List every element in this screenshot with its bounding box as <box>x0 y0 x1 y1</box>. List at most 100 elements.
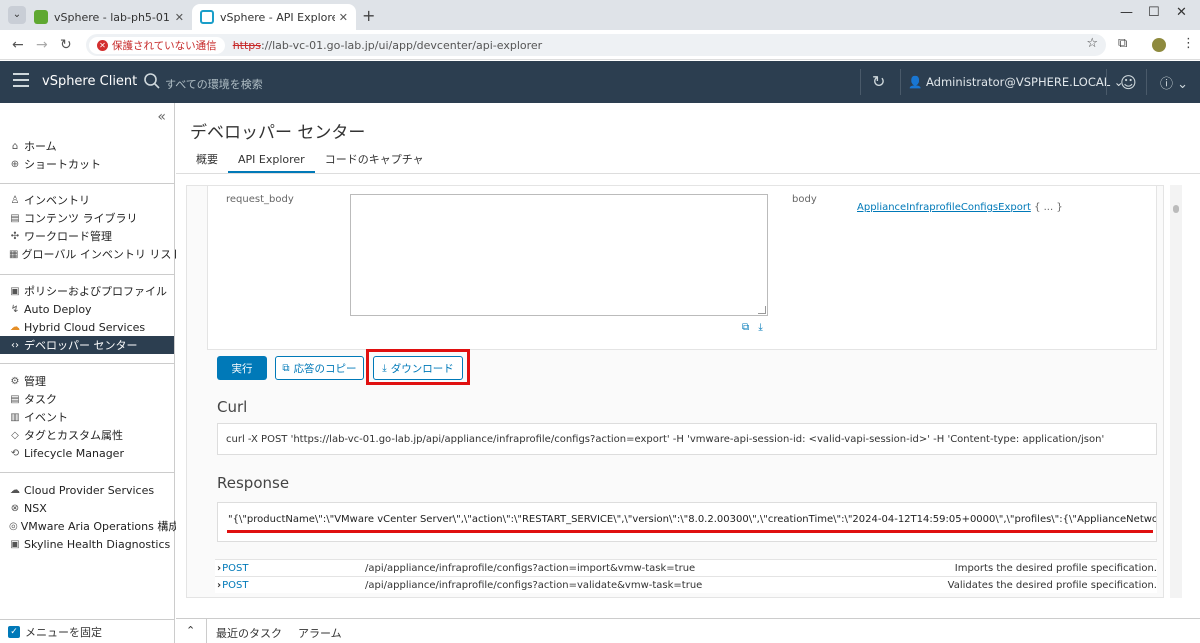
user-menu[interactable]: 👤 Administrator@VSPHERE.LOCAL ⌄ <box>908 75 1123 89</box>
header-divider <box>1106 69 1107 95</box>
sidebar-item-developer-center[interactable]: ‹› デベロッパー センター <box>0 336 174 354</box>
vsphere-favicon-icon <box>34 10 48 24</box>
sidebar-item-hybrid-cloud[interactable]: ☁ Hybrid Cloud Services <box>0 318 174 336</box>
api-row-validate[interactable]: ›POST /api/appliance/infraprofile/config… <box>215 576 1157 593</box>
feedback-smiley-icon[interactable]: ☺ <box>1120 73 1137 92</box>
schema-link[interactable]: ApplianceInfraprofileConfigsExport <box>857 202 1031 213</box>
download-icon[interactable]: ⤓ <box>758 322 762 333</box>
api-description: Validates the desired profile specificat… <box>947 579 1157 591</box>
sidebar-group-admin: ⚙ 管理 ▤ タスク ▥ イベント ◇ タグとカスタム属性 ⟲ Lifecycle Man… <box>0 372 174 462</box>
checkbox-checked-icon: ✓ <box>8 625 20 638</box>
tab-code-capture[interactable]: コードのキャプチャ <box>315 153 434 173</box>
page-title: デベロッパー センター <box>190 123 366 143</box>
refresh-icon[interactable]: ↻ <box>872 72 885 91</box>
api-method: ›POST <box>217 562 249 574</box>
scroll-thumb[interactable] <box>1173 205 1179 213</box>
workload-icon: ✣ <box>10 230 20 242</box>
hamburger-menu-icon[interactable] <box>13 73 29 89</box>
close-tab-icon[interactable]: ✕ <box>175 11 184 24</box>
sidebar-item-events[interactable]: ▥ イベント <box>0 408 174 426</box>
sidebar-item-admin[interactable]: ⚙ 管理 <box>0 372 174 390</box>
highlight-underline <box>227 530 1153 533</box>
app-brand[interactable]: vSphere Client <box>42 74 137 89</box>
sidebar-item-policies[interactable]: ▣ ポリシーおよびプロファイル <box>0 282 174 300</box>
browser-tab-api-explorer[interactable]: vSphere - API Explorer ✕ <box>192 4 356 30</box>
sidebar-item-home[interactable]: ⌂ ホーム <box>0 137 174 155</box>
sidebar-item-cloud-provider[interactable]: ☁ Cloud Provider Services <box>0 481 174 499</box>
curl-title: Curl <box>217 398 248 416</box>
parameters-card: request_body ⧉ ⤓ body ApplianceInfraprof… <box>207 186 1157 350</box>
copy-icon: ⧉ <box>282 362 290 374</box>
content-scrollbar[interactable] <box>1170 185 1182 598</box>
reload-icon[interactable]: ↻ <box>60 37 72 53</box>
cloud-icon: ☁ <box>10 321 20 333</box>
task-icon: ▤ <box>10 393 20 405</box>
curl-command: curl -X POST 'https://lab-vc-01.go-lab.j… <box>217 423 1157 455</box>
sidebar: « ⌂ ホーム ⊕ ショートカット ♙ インベントリ ▤ コンテンツ ライブラリ ✣ ワー… <box>0 103 182 643</box>
sidebar-item-global-inventory[interactable]: ▦ グローバル インベントリ リスト <box>0 245 182 263</box>
help-icon[interactable]: ⓘ ⌄ <box>1160 73 1188 92</box>
maximize-icon[interactable]: ☐ <box>1148 5 1160 20</box>
copy-icon[interactable]: ⧉ <box>742 322 749 333</box>
sidebar-item-content-library[interactable]: ▤ コンテンツ ライブラリ <box>0 209 174 227</box>
browser-menu-icon[interactable]: ⋮ <box>1182 36 1195 51</box>
header-divider <box>900 69 901 95</box>
browser-tab-label: vSphere - API Explorer <box>220 10 335 24</box>
body-schema: ApplianceInfraprofileConfigsExport { ...… <box>857 202 1063 213</box>
admin-icon: ⚙ <box>10 375 20 387</box>
address-bar: ← → ↻ ✕ 保護されていない通信 https://lab-vc-01.go-… <box>0 30 1200 60</box>
tab-search-chevron-icon[interactable]: ⌄ <box>8 6 26 24</box>
chevron-up-icon[interactable]: ⌃ <box>186 624 195 637</box>
copy-response-button[interactable]: ⧉ 応答のコピー <box>275 356 364 380</box>
home-icon: ⌂ <box>11 140 19 152</box>
code-icon: ‹› <box>11 339 19 351</box>
library-icon: ▤ <box>10 212 20 224</box>
cloud-provider-icon: ☁ <box>10 484 20 496</box>
url-text: https://lab-vc-01.go-lab.jp/ui/app/devce… <box>232 38 543 52</box>
alarms-tab[interactable]: アラーム <box>298 625 342 641</box>
new-tab-button[interactable]: + <box>362 6 375 25</box>
insecure-badge[interactable]: ✕ 保護されていない通信 <box>89 36 225 54</box>
policy-icon: ▣ <box>10 285 20 297</box>
tab-overview[interactable]: 概要 <box>186 153 228 173</box>
bookmark-star-icon[interactable]: ☆ <box>1086 36 1098 51</box>
profile-avatar[interactable] <box>1152 38 1166 52</box>
vsphere-favicon-icon <box>200 10 214 24</box>
sidebar-group-tools: ▣ ポリシーおよびプロファイル ↯ Auto Deploy ☁ Hybrid Clou… <box>0 282 174 354</box>
sidebar-group-inventory: ♙ インベントリ ▤ コンテンツ ライブラリ ✣ ワークロード管理 ▦ グローバル イン… <box>0 191 182 263</box>
sidebar-item-nsx[interactable]: ⊗ NSX <box>0 499 174 517</box>
sidebar-item-shortcuts[interactable]: ⊕ ショートカット <box>0 155 174 173</box>
global-search-input[interactable]: すべての環境を検索 <box>165 76 263 92</box>
browser-tab-summary[interactable]: vSphere - lab-ph5-01 - サマリ ✕ <box>26 4 192 30</box>
insecure-label: 保護されていない通信 <box>112 39 217 52</box>
sidebar-item-tags[interactable]: ◇ タグとカスタム属性 <box>0 426 174 444</box>
minimize-icon[interactable]: — <box>1120 5 1133 20</box>
collapse-sidebar-icon[interactable]: « <box>157 109 166 125</box>
textarea-actions: ⧉ ⤓ <box>742 322 763 333</box>
request-body-textarea[interactable] <box>350 194 768 316</box>
search-icon[interactable] <box>143 72 161 90</box>
sidebar-item-tasks[interactable]: ▤ タスク <box>0 390 174 408</box>
back-icon[interactable]: ← <box>12 37 24 53</box>
close-tab-icon[interactable]: ✕ <box>339 11 348 24</box>
pin-menu-checkbox[interactable]: ✓ メニューを固定 <box>0 619 174 643</box>
tag-icon: ◇ <box>11 429 19 441</box>
window-close-icon[interactable]: ✕ <box>1176 5 1187 20</box>
sidebar-item-inventory[interactable]: ♙ インベントリ <box>0 191 174 209</box>
run-button[interactable]: 実行 <box>217 356 267 380</box>
recent-tasks-tab[interactable]: 最近のタスク <box>216 625 282 641</box>
sidebar-item-skyline[interactable]: ▣ Skyline Health Diagnostics <box>0 535 174 553</box>
sidebar-group-services: ☁ Cloud Provider Services ⊗ NSX ◎ VMware Ar… <box>0 481 179 553</box>
extensions-icon[interactable]: ⧉ <box>1118 36 1127 51</box>
api-row-import[interactable]: ›POST /api/appliance/infraprofile/config… <box>215 559 1157 576</box>
sidebar-item-workload[interactable]: ✣ ワークロード管理 <box>0 227 174 245</box>
sidebar-item-aria[interactable]: ◎ VMware Aria Operations 構成 <box>0 517 179 535</box>
inventory-icon: ♙ <box>10 194 20 206</box>
url-field[interactable]: ✕ 保護されていない通信 https://lab-vc-01.go-lab.jp… <box>86 34 1106 56</box>
forward-icon[interactable]: → <box>36 37 48 53</box>
resize-grip-icon[interactable] <box>758 306 766 314</box>
sidebar-item-auto-deploy[interactable]: ↯ Auto Deploy <box>0 300 174 318</box>
sidebar-item-lifecycle[interactable]: ⟲ Lifecycle Manager <box>0 444 174 462</box>
tab-api-explorer[interactable]: API Explorer <box>228 153 315 173</box>
health-icon: ▣ <box>10 538 20 550</box>
